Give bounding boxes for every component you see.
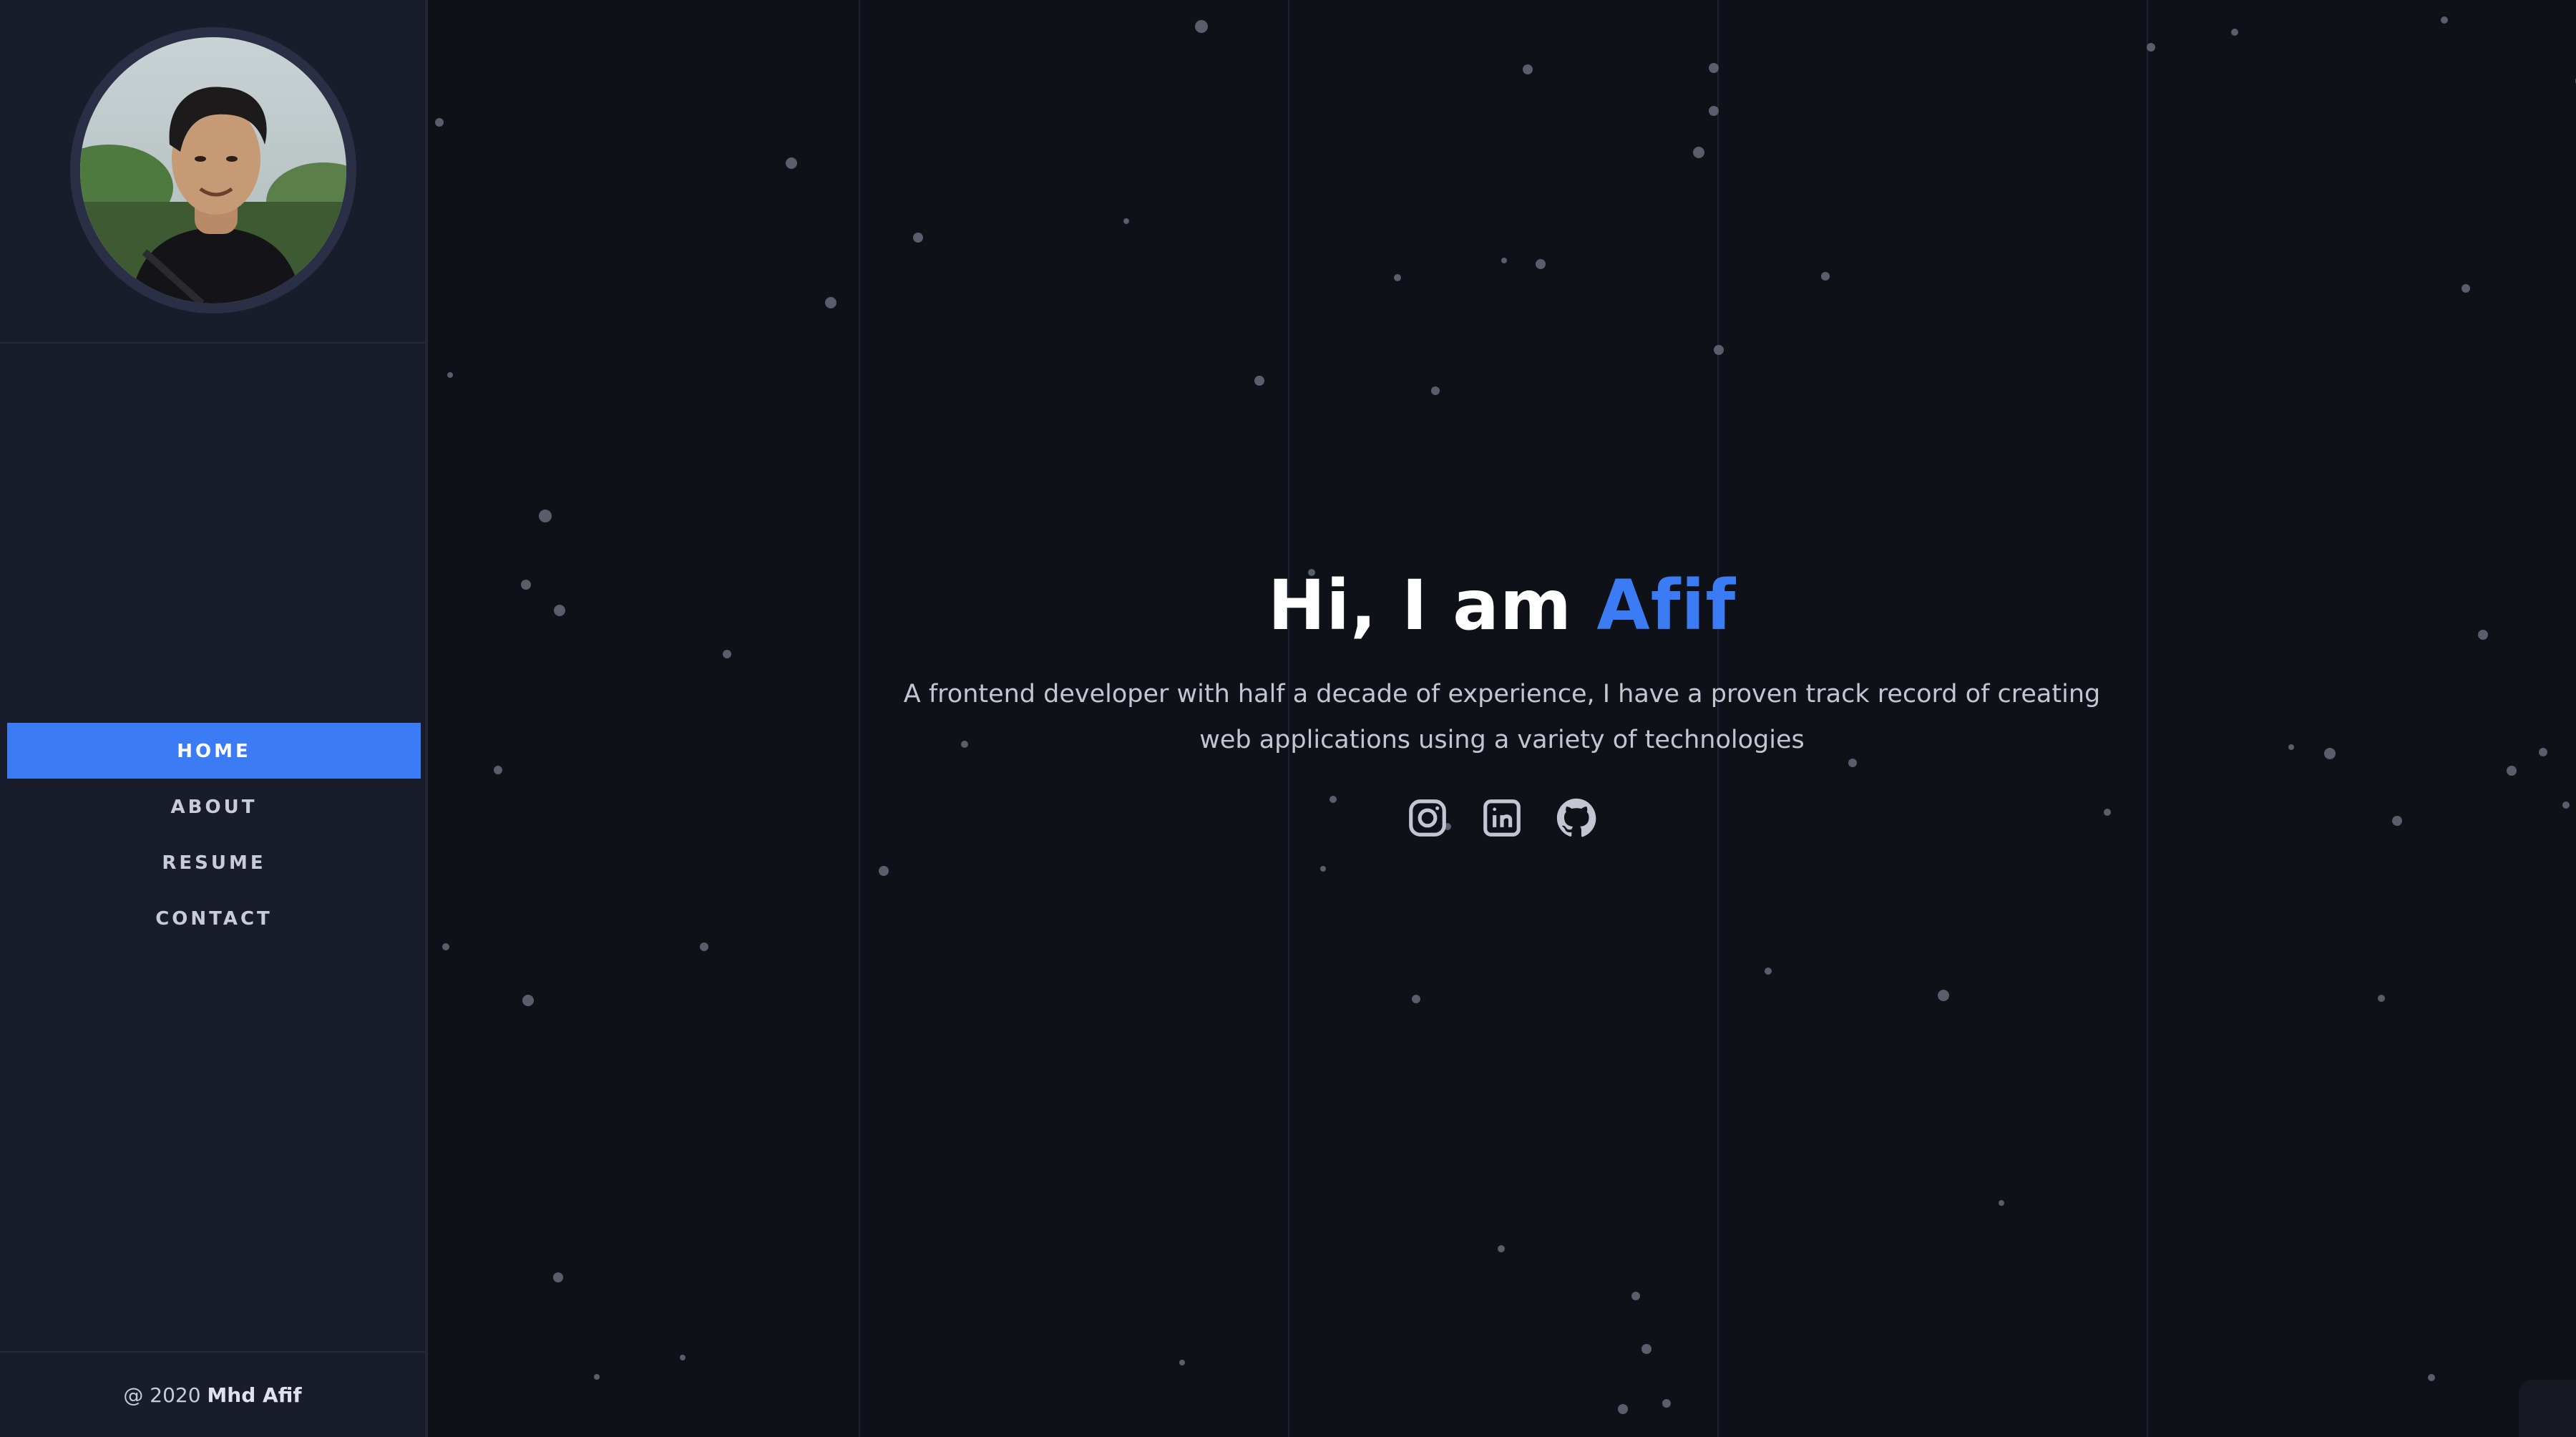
- particle-dot: [1618, 1404, 1628, 1414]
- main-nav: HOME ABOUT RESUME CONTACT: [7, 723, 421, 946]
- particle-dot: [1123, 218, 1129, 224]
- particle-dot: [594, 1374, 600, 1380]
- particle-dot: [1938, 990, 1949, 1001]
- github-icon: [1556, 798, 1596, 837]
- hero-description: A frontend developer with half a decade …: [903, 680, 2101, 754]
- particle-dot: [1320, 866, 1326, 872]
- linkedin-link[interactable]: [1478, 794, 1526, 842]
- particle-dot: [879, 866, 889, 876]
- nav-item-contact[interactable]: CONTACT: [7, 890, 421, 946]
- particle-dot: [1821, 272, 1830, 281]
- sidebar: HOME ABOUT RESUME CONTACT @ 2020 Mhd Afi…: [0, 0, 428, 1437]
- particle-dot: [1999, 1200, 2004, 1206]
- particle-dot: [1179, 1360, 1185, 1365]
- particle-dot: [1501, 258, 1507, 263]
- avatar: [70, 27, 356, 313]
- particle-dot: [1498, 1245, 1505, 1252]
- particle-dot: [2462, 284, 2470, 293]
- sidebar-footer: @ 2020 Mhd Afif: [0, 1351, 425, 1437]
- particle-dot: [1693, 147, 1704, 158]
- particle-dot: [2147, 43, 2155, 52]
- footer-author-name: Mhd Afif: [207, 1383, 302, 1407]
- particle-dot: [1709, 63, 1719, 73]
- particle-dot: [1412, 995, 1420, 1003]
- particle-dot: [1709, 106, 1719, 116]
- particle-dot: [553, 1272, 563, 1282]
- hero-greeting: Hi, I am: [1267, 565, 1597, 646]
- particle-dot: [913, 233, 923, 243]
- particle-dot: [2428, 1374, 2435, 1381]
- hero-section: Hi, I am Afif A frontend developer with …: [428, 565, 2576, 842]
- page: HOME ABOUT RESUME CONTACT @ 2020 Mhd Afi…: [0, 0, 2576, 1437]
- hero-name: Afif: [1596, 565, 1737, 646]
- instagram-icon: [1409, 799, 1446, 837]
- particle-dot: [825, 297, 836, 308]
- particle-dot: [700, 942, 708, 951]
- particle-dot: [2441, 16, 2448, 24]
- particle-dot: [1394, 274, 1401, 281]
- nav-item-resume[interactable]: RESUME: [7, 834, 421, 890]
- particle-dot: [786, 157, 797, 169]
- avatar-photo: [80, 37, 346, 303]
- particle-dot: [2231, 29, 2238, 36]
- github-link[interactable]: [1553, 794, 1600, 842]
- instagram-link[interactable]: [1404, 794, 1451, 842]
- avatar-section: [0, 0, 425, 344]
- social-links: [428, 794, 2576, 842]
- particle-dot: [435, 118, 444, 127]
- particle-dot: [1714, 345, 1724, 355]
- particle-dot: [1536, 259, 1546, 269]
- particle-dot: [1195, 20, 1208, 33]
- main-content: Hi, I am Afif A frontend developer with …: [428, 0, 2576, 1437]
- linkedin-icon: [1483, 799, 1521, 837]
- corner-button[interactable]: [2519, 1380, 2576, 1437]
- footer-copyright: @ 2020: [123, 1383, 208, 1407]
- nav-item-home[interactable]: HOME: [7, 723, 421, 779]
- particle-dot: [447, 372, 453, 378]
- particle-dot: [2378, 995, 2385, 1002]
- particle-dot: [1523, 64, 1533, 74]
- particle-dot: [442, 943, 449, 950]
- particle-dot: [1641, 1344, 1652, 1354]
- particle-dot: [1662, 1399, 1671, 1408]
- particle-dot: [522, 995, 534, 1006]
- particle-dot: [539, 510, 552, 522]
- particle-dot: [1431, 386, 1440, 395]
- particle-dot: [1765, 968, 1772, 975]
- nav-item-about[interactable]: ABOUT: [7, 779, 421, 834]
- particle-dot: [1254, 376, 1264, 386]
- particle-dot: [680, 1355, 686, 1360]
- hero-title: Hi, I am Afif: [428, 565, 2576, 646]
- particle-dot: [1631, 1292, 1640, 1300]
